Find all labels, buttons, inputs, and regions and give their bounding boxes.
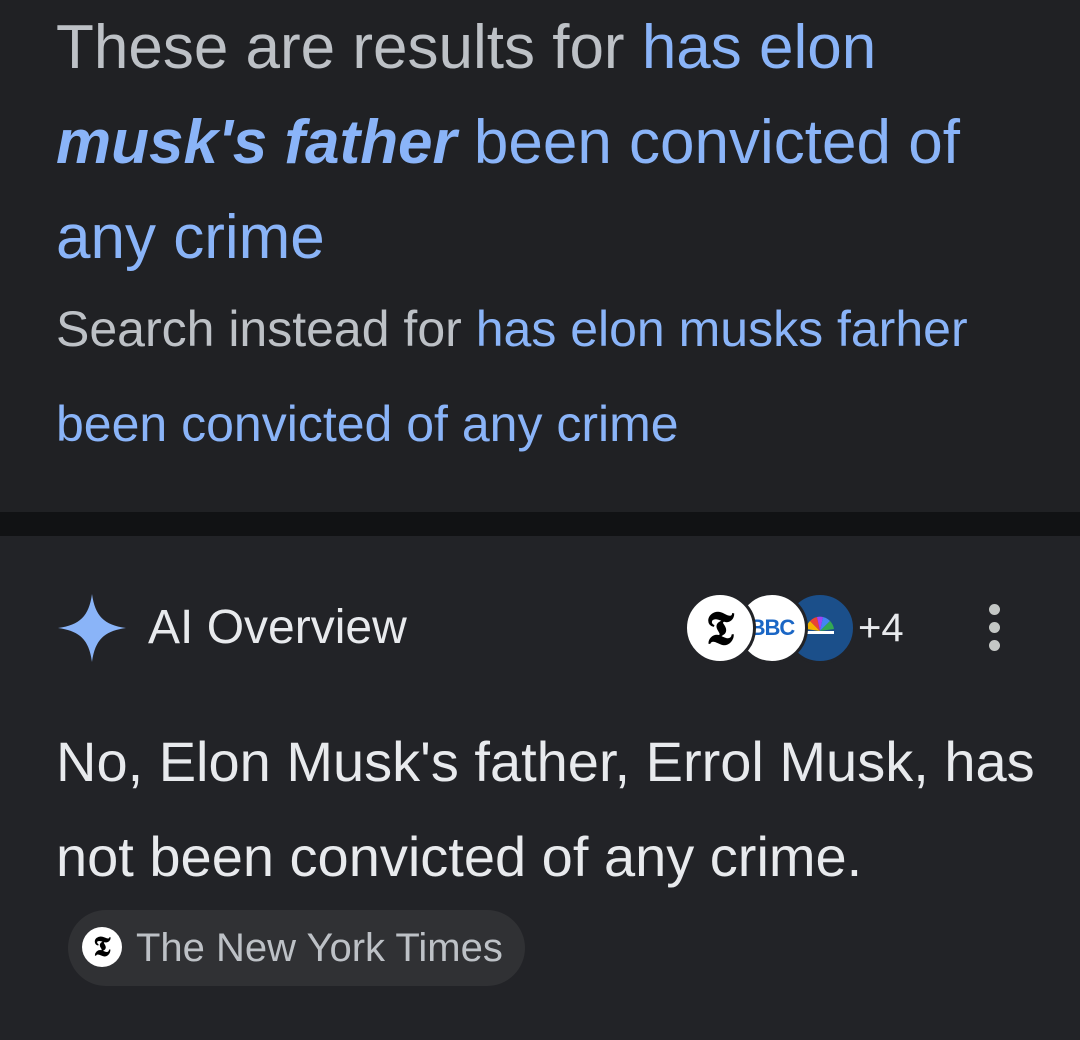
answer-text: No, Elon Musk's father, Errol Musk, has … [56,730,1035,888]
ai-overview-answer: No, Elon Musk's father, Errol Musk, has … [56,714,1046,999]
nyt-logo: 𝕿 [684,592,756,664]
search-instead-label: Search instead for [56,301,462,357]
more-vert-icon-dot [989,622,1000,633]
more-vert-icon [989,604,1000,615]
citation-chip[interactable]: 𝕿 The New York Times [68,910,525,986]
section-divider [0,512,1080,536]
spelling-correction-section: These are results for has elon musk's fa… [0,0,1080,512]
sparkle-icon [58,594,126,662]
ai-overview-panel: AI Overview 𝕿 BBC +4 No, Elon Musk's fat… [0,536,1080,1040]
showing-results-for: These are results for has elon musk's fa… [56,0,1016,285]
corrected-term: musk's father [56,108,457,177]
more-vert-icon-dot [989,640,1000,651]
ai-overview-title: AI Overview [148,601,407,654]
more-sources-count: +4 [858,606,904,650]
source-stack[interactable]: 𝕿 BBC +4 [684,592,924,664]
citation-source: The New York Times [136,926,503,970]
nyt-logo-icon: 𝕿 [82,927,122,968]
more-options-button[interactable] [974,598,1016,658]
showing-results-label: These are results for [56,13,625,82]
ai-overview-header: AI Overview 𝕿 BBC +4 [56,592,1036,664]
search-instead-for: Search instead for has elon musks farher… [56,282,1016,472]
